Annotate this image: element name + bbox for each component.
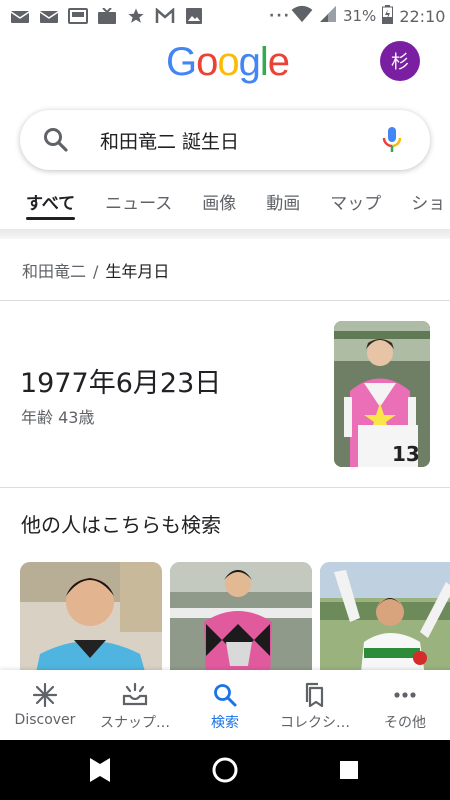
- logo-letter: o: [217, 40, 239, 84]
- nav-label: 検索: [211, 715, 239, 731]
- recents-button[interactable]: [340, 761, 358, 779]
- mail-icon: [39, 8, 59, 24]
- google-logo[interactable]: Google: [166, 40, 290, 85]
- tab-videos[interactable]: 動画: [266, 180, 300, 220]
- more-horiz-icon: [392, 682, 418, 708]
- wifi-icon: [291, 5, 313, 27]
- search-icon: [212, 682, 238, 708]
- more-dots-icon: ···: [269, 8, 291, 24]
- home-button[interactable]: [212, 757, 238, 783]
- tab-images[interactable]: 画像: [202, 180, 236, 220]
- image-icon: [184, 8, 204, 24]
- bottom-navigation: Discover スナップ… 検索 コレクシ… その他: [0, 670, 450, 740]
- wallet-icon: [68, 8, 88, 24]
- related-searches-carousel: [20, 562, 450, 672]
- logo-letter: G: [166, 40, 197, 84]
- tab-maps[interactable]: マップ: [330, 180, 381, 220]
- discover-asterisk-icon: [32, 682, 58, 708]
- nav-search[interactable]: 検索: [180, 670, 270, 740]
- search-tabs: すべて ニュース 画像 動画 マップ ショ: [0, 180, 450, 228]
- avatar[interactable]: 杉: [380, 41, 420, 81]
- answer-age: 年齢 43歳: [21, 408, 95, 427]
- tab-news[interactable]: ニュース: [105, 180, 172, 220]
- bookmarks-icon: [302, 682, 328, 708]
- svg-text:13: 13: [392, 442, 420, 466]
- logo-letter: e: [267, 40, 290, 84]
- app-header: Google 杉: [0, 36, 450, 90]
- mail-icon: [10, 8, 30, 24]
- breadcrumb: 和田竜二 / 生年月日: [22, 258, 169, 282]
- nav-label: コレクシ…: [280, 715, 350, 731]
- search-icon[interactable]: [42, 126, 70, 154]
- system-navigation-bar: [0, 740, 450, 800]
- mic-icon[interactable]: [378, 125, 406, 155]
- nav-discover[interactable]: Discover: [0, 670, 90, 740]
- nav-collections[interactable]: コレクシ…: [270, 670, 360, 740]
- battery-icon: [382, 4, 394, 28]
- tab-all[interactable]: すべて: [26, 180, 76, 220]
- nav-label: その他: [384, 715, 426, 731]
- logo-letter: g: [238, 40, 261, 84]
- breadcrumb-current: 生年月日: [105, 262, 170, 281]
- star-icon: [126, 8, 146, 24]
- tabs-divider: [0, 229, 450, 239]
- answer-photo[interactable]: 13: [334, 321, 430, 467]
- breadcrumb-separator: /: [93, 262, 99, 281]
- signal-icon: [319, 5, 337, 27]
- nav-more[interactable]: その他: [360, 670, 450, 740]
- search-box[interactable]: 和田竜二 誕生日: [20, 110, 430, 170]
- logo-letter: l: [259, 40, 269, 84]
- search-input[interactable]: 和田竜二 誕生日: [100, 127, 378, 154]
- nav-label: Discover: [14, 712, 76, 728]
- divider: [0, 487, 450, 488]
- answer-date: 1977年6月23日: [20, 368, 222, 399]
- battery-percent: 31%: [342, 7, 377, 25]
- snap-tray-icon: [122, 682, 148, 708]
- related-card[interactable]: [170, 562, 312, 672]
- breadcrumb-parent[interactable]: 和田竜二: [22, 262, 86, 281]
- back-button[interactable]: [90, 758, 110, 782]
- tab-shopping[interactable]: ショ: [411, 180, 445, 220]
- tv-icon: [97, 8, 117, 24]
- related-searches-title: 他の人はこちらも検索: [21, 513, 221, 537]
- divider: [0, 300, 450, 301]
- clock: 22:10: [399, 6, 446, 26]
- nav-label: スナップ…: [100, 715, 170, 731]
- related-card[interactable]: [320, 562, 450, 672]
- related-card[interactable]: [20, 562, 162, 672]
- status-bar: ··· 31% 22:10: [0, 0, 450, 32]
- nav-snap[interactable]: スナップ…: [90, 670, 180, 740]
- gmail-icon: [155, 8, 175, 24]
- logo-letter: o: [196, 40, 218, 84]
